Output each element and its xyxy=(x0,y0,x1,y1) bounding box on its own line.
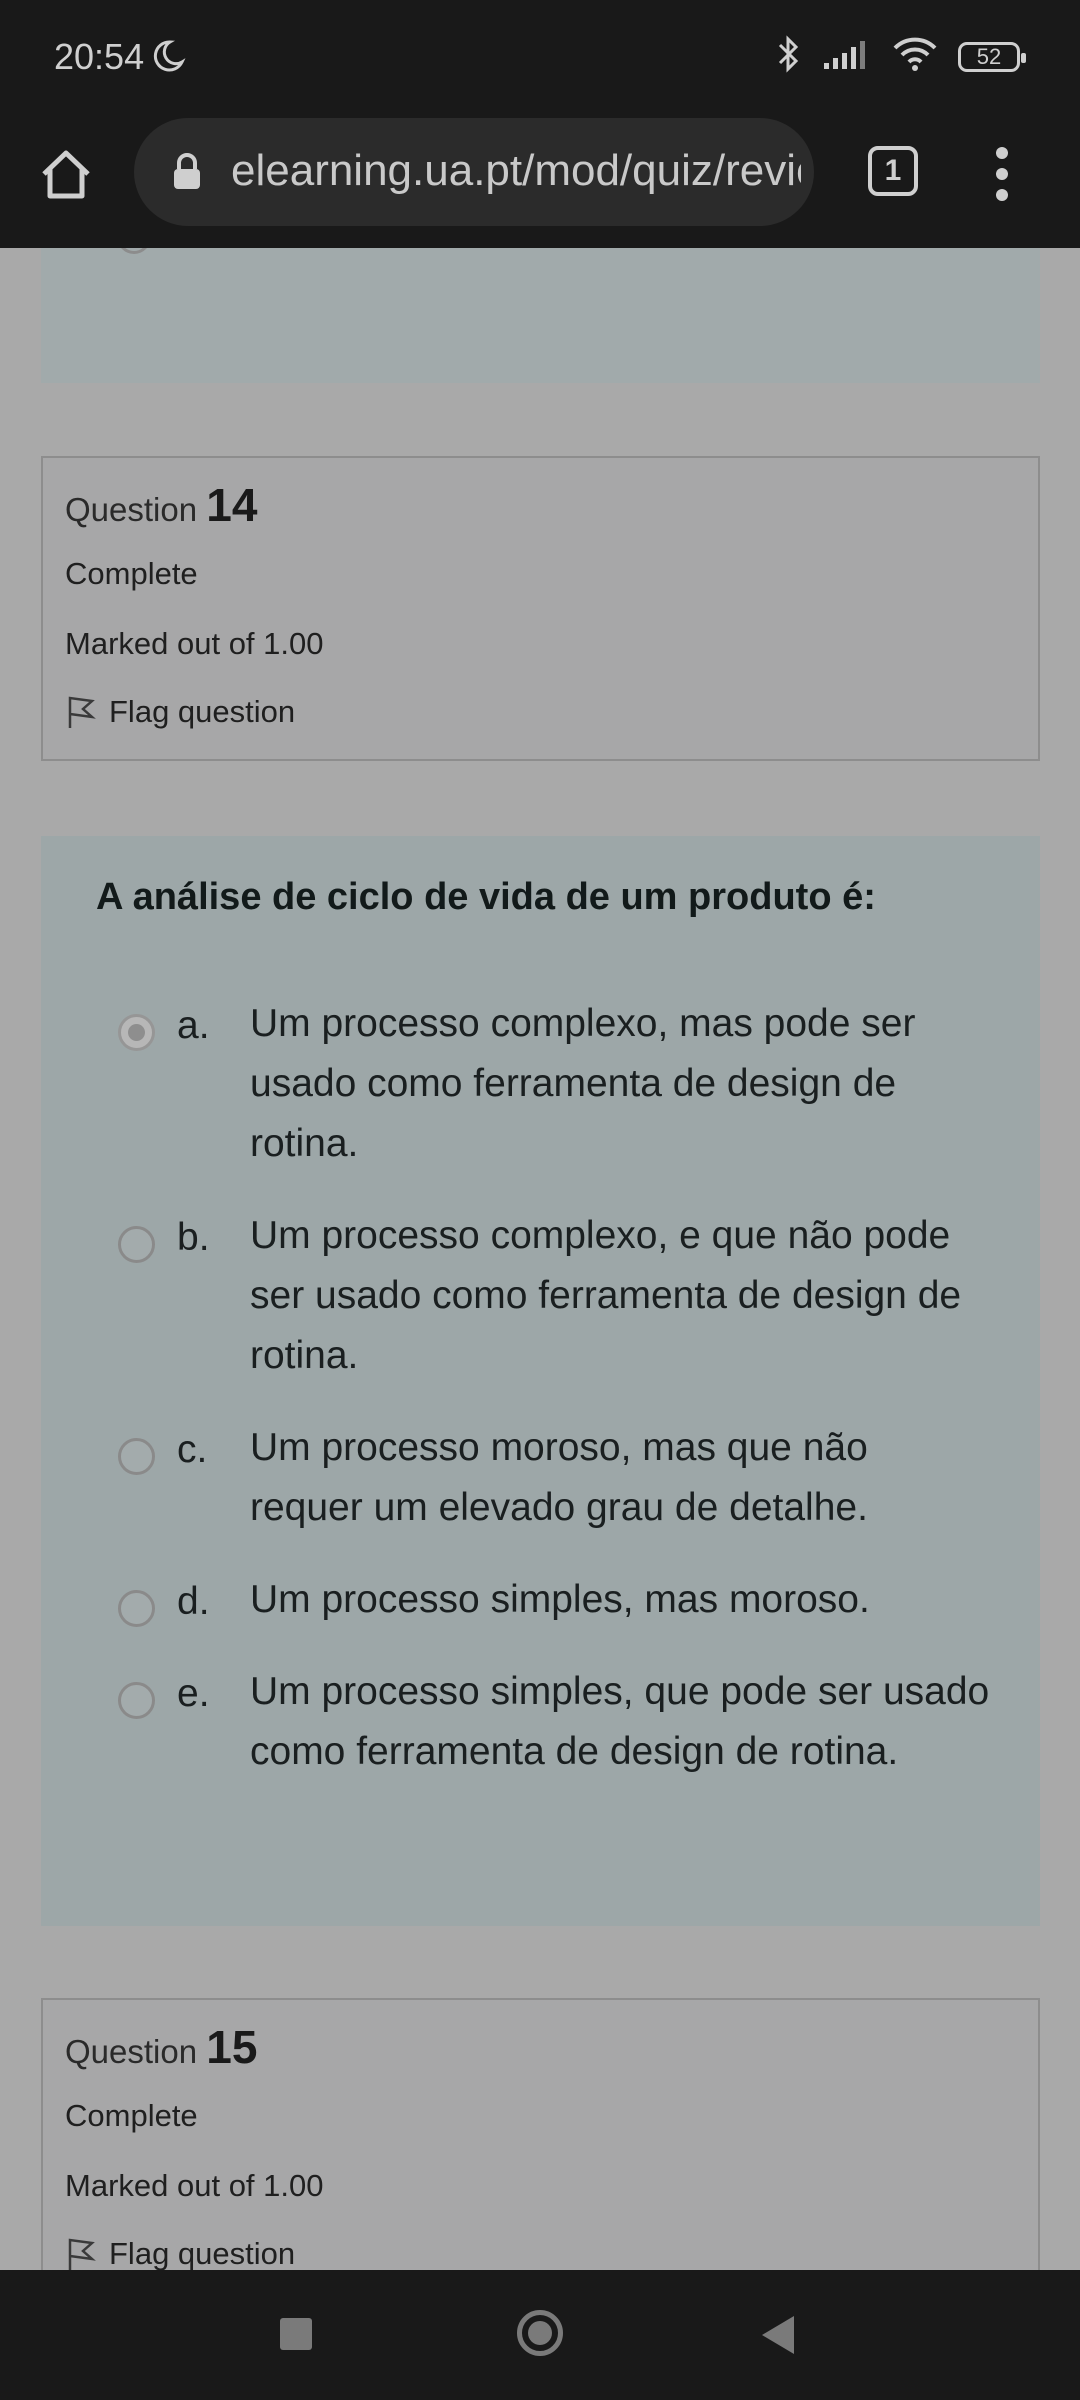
answer-text[interactable]: Um processo simples, mas moroso. xyxy=(250,1570,990,1630)
wifi-icon xyxy=(892,36,938,77)
do-not-disturb-icon xyxy=(150,38,186,79)
home-nav-button[interactable] xyxy=(517,2310,563,2356)
battery-indicator: 52 xyxy=(958,41,1026,72)
url-text[interactable]: elearning.ua.pt/mod/quiz/review.php xyxy=(231,146,801,196)
answer-letter: b. xyxy=(177,1216,210,1259)
answer-radio-c[interactable] xyxy=(118,1438,155,1475)
answer-text[interactable]: Um processo complexo, e que não pode ser… xyxy=(250,1206,990,1386)
question-content: A análise de ciclo de vida de um produto… xyxy=(41,836,1040,1926)
question-label: Question 14 xyxy=(65,479,258,531)
answer-radio-e[interactable] xyxy=(118,1682,155,1719)
recents-button[interactable] xyxy=(280,2318,312,2350)
answer-text[interactable]: Um processo simples, que pode ser usado … xyxy=(250,1662,990,1782)
answer-radio-b[interactable] xyxy=(118,1226,155,1263)
answer-text[interactable]: Um processo moroso, mas que não requer u… xyxy=(250,1418,990,1538)
browser-toolbar: elearning.ua.pt/mod/quiz/review.php 1 xyxy=(0,118,1080,248)
answer-letter: d. xyxy=(177,1580,210,1623)
question-number: 14 xyxy=(206,479,258,531)
question-mark: Marked out of 1.00 xyxy=(65,626,324,661)
system-navigation-bar xyxy=(0,2270,1080,2400)
home-button[interactable] xyxy=(36,144,96,204)
flag-icon xyxy=(68,696,96,728)
question-number: 15 xyxy=(206,2021,258,2073)
question-state: Complete xyxy=(65,2098,198,2133)
question-info-14: Question 14 Complete Marked out of 1.00 … xyxy=(41,456,1040,761)
bluetooth-icon xyxy=(776,34,802,79)
more-options-icon[interactable] xyxy=(990,142,1014,208)
question-info-15: Question 15 Complete Marked out of 1.00 … xyxy=(41,1998,1040,2270)
tab-count: 1 xyxy=(884,154,902,187)
answer-radio[interactable] xyxy=(117,248,151,254)
home-icon xyxy=(42,150,90,199)
answer-letter: e. xyxy=(177,1672,210,1715)
answer-radio-a[interactable] xyxy=(118,1014,155,1051)
status-bar: 20:54 52 xyxy=(0,0,1080,118)
question-label: Question 15 xyxy=(65,2021,258,2073)
flag-icon xyxy=(68,2238,96,2270)
address-bar[interactable]: elearning.ua.pt/mod/quiz/review.php xyxy=(134,118,814,226)
answer-letter: a. xyxy=(177,1004,210,1047)
previous-question-answers xyxy=(41,248,1040,383)
answer-letter: c. xyxy=(177,1428,208,1471)
question-state: Complete xyxy=(65,556,198,591)
clock: 20:54 xyxy=(54,36,145,77)
question-mark: Marked out of 1.00 xyxy=(65,2168,324,2203)
battery-level: 52 xyxy=(976,43,1002,69)
lock-icon xyxy=(170,152,204,197)
answer-radio-d[interactable] xyxy=(118,1590,155,1627)
page-content[interactable]: Question 14 Complete Marked out of 1.00 … xyxy=(0,248,1080,2270)
tab-switcher-button[interactable]: 1 xyxy=(868,146,918,196)
flag-question-link[interactable]: Flag question xyxy=(65,2236,295,2270)
signal-icon xyxy=(822,37,872,76)
back-button[interactable] xyxy=(762,2316,794,2354)
flag-question-link[interactable]: Flag question xyxy=(65,694,295,730)
answer-text[interactable]: Um processo complexo, mas pode ser usado… xyxy=(250,994,990,1174)
question-text: A análise de ciclo de vida de um produto… xyxy=(96,876,876,918)
